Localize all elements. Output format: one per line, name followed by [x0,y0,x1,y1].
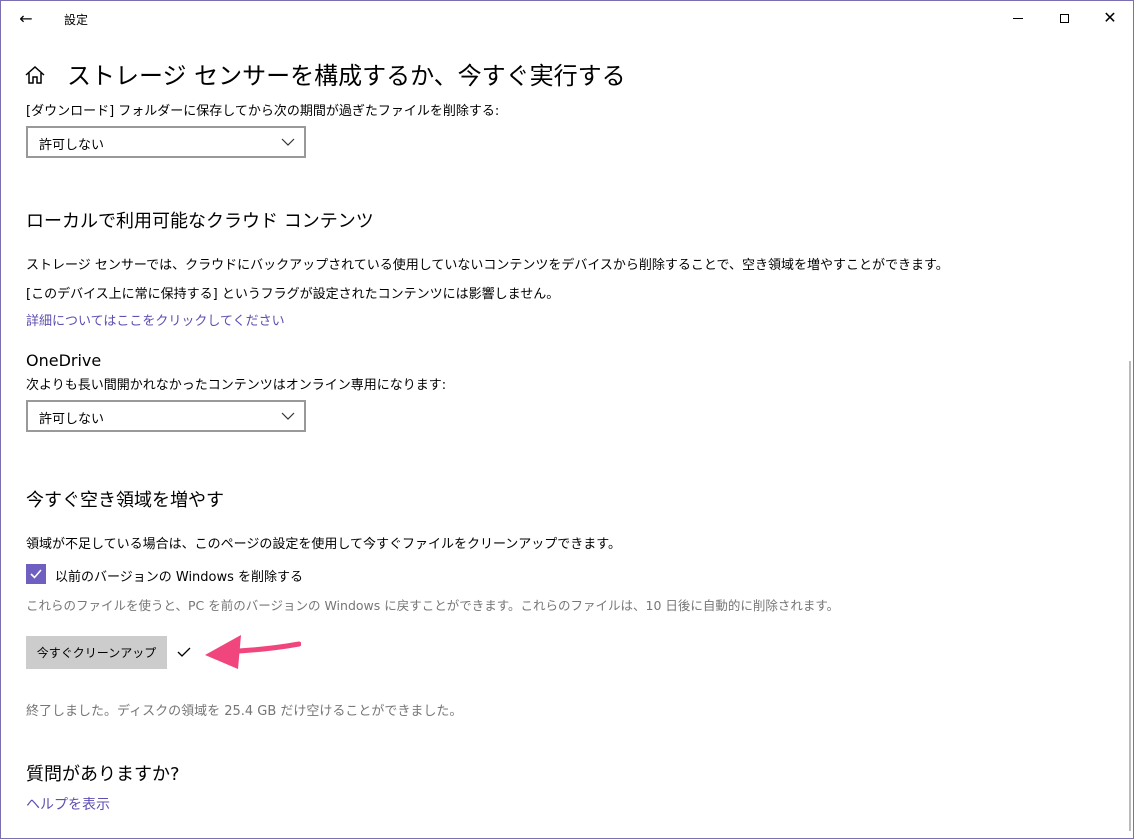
help-heading: 質問がありますか? [26,764,180,785]
show-help-link[interactable]: ヘルプを表示 [26,794,110,814]
minimize-icon [1013,17,1023,19]
downloads-dropdown[interactable]: 許可しない [26,126,306,158]
cleanup-result: 終了しました。ディスクの領域を 25.4 GB だけ空けることができました。 [26,704,463,719]
learn-more-link[interactable]: 詳細についてはここをクリックしてください [26,310,285,329]
onedrive-label: 次よりも長い間開かれなかったコンテンツはオンライン専用になります: [26,378,447,393]
chevron-down-icon [281,412,295,420]
minimize-button[interactable] [995,1,1041,35]
checkbox-note: これらのファイルを使うと、PC を前のバージョンの Windows に戻すことが… [26,598,840,613]
cloud-content-heading: ローカルで利用可能なクラウド コンテンツ [26,211,374,232]
back-arrow-icon: ← [19,8,33,28]
free-space-description: 領域が不足している場合は、このページの設定を使用して今すぐファイルをクリーンアッ… [26,537,622,552]
settings-window: ← 設定 ✕ ストレージ センサーを構成するか、今すぐ実行する [ダウンロード]… [0,0,1134,839]
downloads-dropdown-value: 許可しない [39,138,105,153]
maximize-button[interactable] [1041,1,1087,35]
checkmark-icon [30,569,42,579]
onedrive-heading: OneDrive [26,351,102,370]
page-title: ストレージ センサーを構成するか、今すぐ実行する [67,62,626,90]
pink-arrow-annotation [205,635,301,669]
app-title: 設定 [64,13,89,27]
downloads-label: [ダウンロード] フォルダーに保存してから次の期間が過ぎたファイルを削除する: [26,104,500,119]
clean-now-button[interactable]: 今すぐクリーンアップ [26,636,167,669]
remove-previous-windows-checkbox[interactable] [26,564,46,584]
checkmark-icon [177,647,191,657]
scrollbar[interactable] [1129,361,1131,831]
cloud-note: [このデバイス上に常に保持する] というフラグが設定されたコンテンツには影響しま… [26,287,560,302]
home-icon[interactable] [23,63,47,87]
maximize-icon [1059,13,1069,23]
free-space-heading: 今すぐ空き領域を増やす [26,490,224,511]
close-button[interactable]: ✕ [1087,1,1133,35]
title-bar: ← 設定 ✕ [1,1,1133,35]
onedrive-dropdown[interactable]: 許可しない [26,400,306,432]
cloud-description: ストレージ センサーでは、クラウドにバックアップされている使用していないコンテン… [26,258,949,273]
chevron-down-icon [281,138,295,146]
onedrive-dropdown-value: 許可しない [39,412,105,427]
back-button[interactable]: ← [9,3,43,33]
close-icon: ✕ [1103,8,1117,27]
checkbox-label: 以前のバージョンの Windows を削除する [55,570,304,585]
